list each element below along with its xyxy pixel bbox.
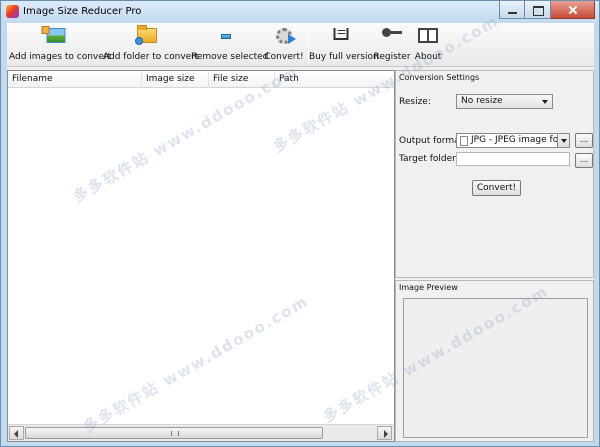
buy-full-version-label: Buy full version	[309, 52, 379, 62]
about-button[interactable]: About	[411, 23, 445, 67]
book-icon	[418, 28, 438, 43]
add-images-icon	[41, 26, 66, 43]
image-preview-area	[403, 298, 588, 438]
app-window: Image Size Reducer Pro Add images to con…	[0, 0, 600, 447]
browse-folder-button[interactable]: ...	[575, 153, 593, 168]
convert-toolbar-label: Convert!	[264, 52, 304, 62]
image-preview-panel: Image Preview	[395, 280, 594, 442]
image-preview-title: Image Preview	[399, 283, 458, 292]
window-controls	[499, 1, 595, 19]
file-list[interactable]: Filename Image size File size Path	[7, 70, 395, 442]
add-folder-icon	[135, 25, 157, 45]
output-format-dropdown[interactable]: JPG - JPEG image form	[456, 133, 570, 148]
resize-label: Resize:	[399, 97, 431, 107]
add-images-label: Add images to convert	[9, 52, 112, 62]
conversion-settings-panel: Conversion Settings Resize: No resize Ou…	[395, 70, 594, 278]
maximize-button[interactable]	[525, 1, 551, 19]
about-label: About	[414, 52, 442, 62]
convert-gear-icon	[276, 28, 296, 44]
browse-format-button[interactable]: ...	[575, 133, 593, 148]
buy-full-version-button[interactable]: Buy full version	[309, 23, 379, 67]
client-area: Add images to convert Add folder to conv…	[7, 12, 594, 442]
minimize-button[interactable]	[499, 1, 525, 19]
convert-button[interactable]: Convert!	[472, 180, 521, 196]
column-image-size[interactable]: Image size	[142, 71, 209, 88]
app-icon	[6, 5, 19, 18]
file-list-body[interactable]	[8, 88, 394, 425]
scrollbar-thumb[interactable]	[25, 427, 323, 439]
resize-dropdown[interactable]: No resize	[456, 94, 553, 109]
remove-icon	[221, 34, 231, 39]
key-icon	[382, 28, 402, 37]
target-folder-label: Target folder:	[399, 154, 459, 164]
toolbar: Add images to convert Add folder to conv…	[7, 23, 594, 67]
window-title: Image Size Reducer Pro	[23, 6, 142, 17]
close-button[interactable]	[551, 1, 595, 19]
add-folder-label: Add folder to convert	[103, 52, 199, 62]
title-bar: Image Size Reducer Pro	[1, 1, 599, 23]
convert-toolbar-button[interactable]: Convert!	[261, 23, 307, 67]
resize-value: No resize	[461, 96, 503, 106]
document-icon	[460, 136, 468, 146]
add-images-button[interactable]: Add images to convert	[9, 23, 112, 67]
output-format-value: JPG - JPEG image form	[471, 135, 570, 145]
scroll-right-button[interactable]	[377, 426, 392, 440]
add-folder-button[interactable]: Add folder to convert	[103, 23, 199, 67]
file-list-header: Filename Image size File size Path	[8, 71, 394, 88]
horizontal-scrollbar[interactable]	[8, 424, 394, 441]
column-file-size[interactable]: File size	[209, 71, 275, 88]
column-path[interactable]: Path	[275, 71, 394, 88]
remove-selected-button[interactable]: Remove selected	[191, 23, 269, 67]
scroll-left-button[interactable]	[9, 426, 24, 440]
register-button[interactable]: Register	[373, 23, 411, 67]
conversion-settings-title: Conversion Settings	[399, 73, 480, 82]
column-filename[interactable]: Filename	[8, 71, 142, 88]
target-folder-field[interactable]	[456, 152, 570, 166]
cart-icon	[333, 28, 349, 40]
chevron-down-icon[interactable]	[557, 134, 569, 147]
register-label: Register	[373, 52, 411, 62]
remove-selected-label: Remove selected	[191, 52, 269, 62]
